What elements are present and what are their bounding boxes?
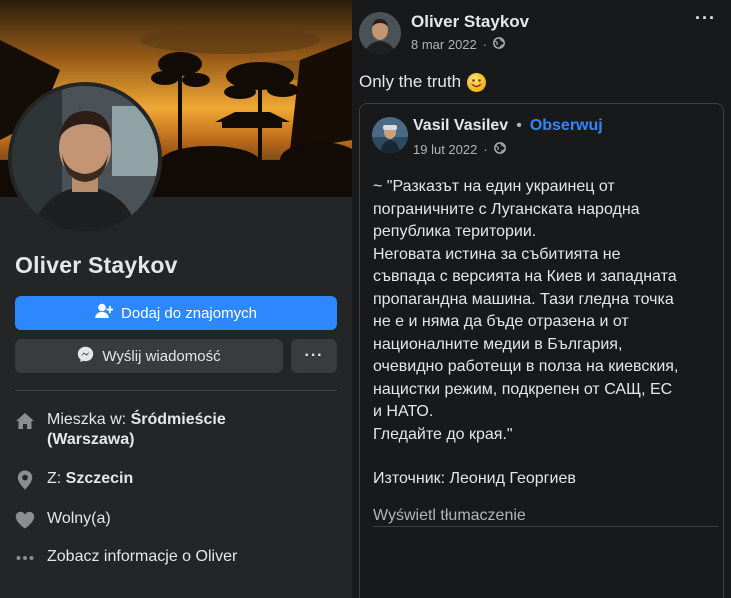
add-friend-button[interactable]: Dodaj do znajomych	[15, 296, 337, 330]
follow-button[interactable]: Obserwuj	[530, 117, 603, 135]
info-from: Z: Szczecin	[15, 469, 133, 490]
shared-author-row: Vasil Vasilev • Obserwuj	[413, 117, 603, 135]
body-line: съвпада с версията на Киев и западната	[373, 268, 677, 285]
profile-photo-image	[12, 86, 158, 232]
lives-in-region[interactable]: (Warszawa)	[47, 431, 134, 448]
lives-in-place[interactable]: Śródmieście	[131, 411, 226, 428]
profile-panel: Oliver Staykov Dodaj do znajomych Wyślij…	[0, 0, 352, 598]
see-translation-link[interactable]: Wyświetl tłumaczenie	[373, 507, 526, 525]
post-options-button[interactable]: ···	[695, 8, 716, 29]
info-relationship: Wolny(a)	[15, 509, 111, 530]
body-line: очевидно работещи в полза на киевския,	[373, 358, 679, 375]
globe-icon	[493, 37, 506, 52]
body-line: република територии.	[373, 223, 537, 240]
post-message: Only the truth	[359, 72, 462, 91]
body-line: пограничните с Луганската народна	[373, 200, 640, 218]
body-line: пропагандна машина. Тази гледна точка	[373, 290, 674, 308]
post-author-name[interactable]: Oliver Staykov	[411, 12, 529, 32]
more-dots-icon	[15, 548, 35, 568]
more-icon: ···	[304, 347, 324, 364]
relationship-status: Wolny(a)	[47, 510, 111, 527]
shared-post-card[interactable]: Vasil Vasilev • Obserwuj 19 lut 2022 · ~…	[359, 103, 724, 598]
body-line: Гледайте до края."	[373, 425, 513, 443]
post-author-avatar[interactable]	[359, 12, 401, 54]
heart-icon	[15, 510, 35, 530]
messenger-icon	[77, 346, 94, 367]
shared-date[interactable]: 19 lut 2022	[413, 142, 477, 157]
send-message-label: Wyślij wiadomość	[102, 347, 221, 365]
body-line: ~ "Разказът на един украинец от	[373, 178, 615, 195]
shared-author-name[interactable]: Vasil Vasilev	[413, 117, 508, 135]
body-line: Неговата истина за събитията не	[373, 245, 621, 263]
globe-icon	[493, 142, 506, 157]
from-place[interactable]: Szczecin	[66, 470, 134, 487]
body-line: и НАТО.	[373, 403, 434, 420]
from-prefix: Z:	[47, 470, 66, 487]
post-author-photo	[359, 12, 401, 54]
info-lives-in: Mieszka w: Śródmieście (Warszawa)	[15, 410, 226, 450]
location-pin-icon	[15, 470, 35, 490]
post-panel: Oliver Staykov 8 mar 2022 · ··· Only the…	[352, 0, 731, 598]
shared-post-body: ~ "Разказът на един украинец от погранич…	[373, 176, 718, 446]
add-friend-icon	[95, 303, 114, 323]
profile-avatar[interactable]	[8, 82, 162, 236]
shared-meta: 19 lut 2022 ·	[413, 142, 506, 157]
post-date[interactable]: 8 mar 2022	[411, 37, 477, 52]
shared-author-avatar[interactable]	[372, 117, 408, 153]
see-about-link[interactable]: Zobacz informacje o Oliver	[47, 547, 237, 567]
source-text: Източник: Леонид Георгиев	[373, 470, 576, 487]
send-message-button[interactable]: Wyślij wiadomość	[15, 339, 283, 373]
section-divider	[15, 390, 337, 391]
add-friend-label: Dodaj do znajomych	[121, 304, 257, 322]
post-meta: 8 mar 2022 ·	[411, 37, 506, 52]
separator-dot: •	[516, 117, 522, 134]
translation-underline	[373, 526, 718, 527]
body-line: не е и няма да бъде отразена и от	[373, 313, 629, 330]
shared-author-photo	[372, 117, 408, 153]
post-text: Only the truth	[359, 72, 487, 92]
more-actions-button[interactable]: ···	[291, 339, 337, 373]
home-icon	[15, 411, 35, 431]
body-line: нацистки режим, подкрепен от САЩ, ЕС	[373, 380, 673, 398]
smiling-face-icon	[467, 72, 487, 92]
lives-in-prefix: Mieszka w:	[47, 411, 131, 428]
profile-name: Oliver Staykov	[15, 252, 178, 278]
info-see-about[interactable]: Zobacz informacje o Oliver	[15, 547, 237, 568]
body-line: националните медии в България,	[373, 335, 623, 353]
